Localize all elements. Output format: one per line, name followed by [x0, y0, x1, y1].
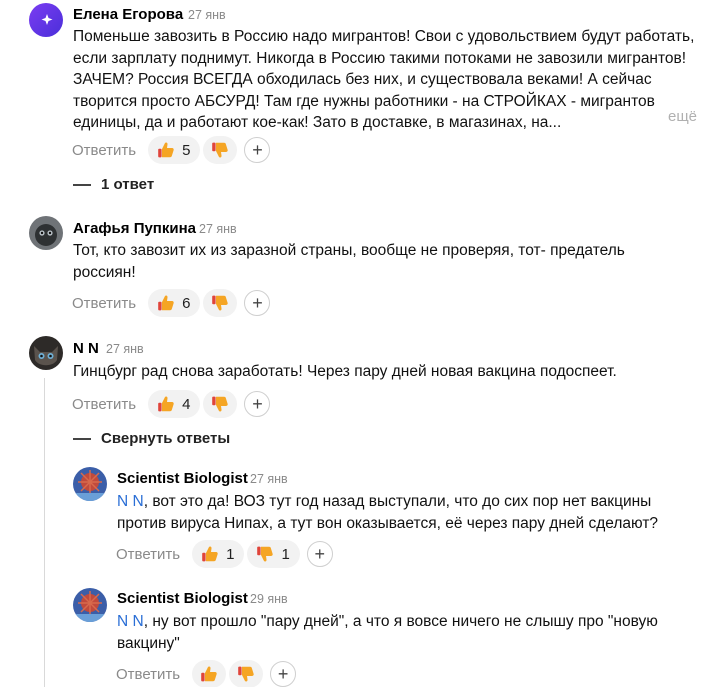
reply-button[interactable]: Ответить: [116, 666, 180, 683]
plus-icon: +: [277, 664, 289, 684]
mention-link[interactable]: N N: [117, 613, 144, 630]
like-count: 6: [182, 294, 191, 312]
toggle-dash: [73, 183, 91, 186]
like-count: 4: [182, 395, 191, 413]
avatar[interactable]: [73, 467, 107, 501]
collapse-replies-label: Свернуть ответы: [101, 430, 231, 447]
reply-actions: Ответить +: [116, 660, 297, 687]
reply-date: 29 янв: [250, 592, 288, 606]
comment-date: 27 янв: [188, 8, 226, 22]
dislike-button[interactable]: 1: [247, 540, 300, 568]
thumbs-up-icon: [199, 664, 219, 684]
like-count: 1: [226, 545, 235, 563]
reply-button[interactable]: Ответить: [72, 396, 136, 413]
plus-icon: +: [252, 140, 263, 160]
avatar[interactable]: [29, 3, 63, 37]
comment-text: Тот, кто завозит их из заразной страны, …: [73, 242, 625, 281]
like-count: 5: [182, 141, 191, 159]
reply-body: , вот это да! ВОЗ тут год назад выступал…: [117, 493, 659, 532]
reply-button[interactable]: Ответить: [72, 142, 136, 159]
comment-actions: Ответить 5 +: [72, 136, 271, 164]
add-reaction-button[interactable]: +: [306, 541, 333, 567]
avatar[interactable]: [29, 336, 63, 370]
dislike-button[interactable]: [229, 660, 264, 687]
thumbs-up-icon: [156, 394, 176, 414]
comment-date: 27 янв: [199, 222, 237, 236]
comment-date: 27 янв: [106, 342, 144, 356]
collapse-replies-toggle[interactable]: Свернуть ответы: [73, 430, 230, 447]
avatar[interactable]: [73, 588, 107, 622]
dislike-count: 1: [281, 545, 290, 563]
reply-author[interactable]: Scientist Biologist: [117, 470, 248, 487]
thumbs-down-icon: [236, 664, 256, 684]
like-button[interactable]: 4: [148, 390, 201, 418]
reply-actions: Ответить 1 1 +: [116, 540, 333, 568]
toggle-dash: [73, 437, 91, 440]
dislike-button[interactable]: [203, 136, 238, 164]
dislike-button[interactable]: [203, 289, 238, 317]
reply-body: , ну вот прошло "пару дней", а что я вов…: [117, 613, 658, 652]
replies-toggle-label: 1 ответ: [101, 176, 155, 193]
dislike-button[interactable]: [203, 390, 238, 418]
comment-author[interactable]: Елена Егорова: [73, 6, 183, 23]
reply-date: 27 янв: [250, 472, 288, 486]
mention-link[interactable]: N N: [117, 493, 144, 510]
like-button[interactable]: [192, 660, 227, 687]
comment-actions: Ответить 6 +: [72, 289, 271, 317]
like-button[interactable]: 6: [148, 289, 201, 317]
like-button[interactable]: 5: [148, 136, 201, 164]
comment-author[interactable]: Агафья Пупкина: [73, 220, 196, 237]
add-reaction-button[interactable]: +: [270, 661, 297, 687]
add-reaction-button[interactable]: +: [244, 290, 271, 316]
reply-button[interactable]: Ответить: [116, 546, 180, 563]
like-button[interactable]: 1: [192, 540, 245, 568]
plus-icon: +: [252, 394, 263, 414]
thumbs-up-icon: [200, 544, 220, 564]
comment-text: Гинцбург рад снова заработать! Через пар…: [73, 363, 617, 380]
add-reaction-button[interactable]: +: [244, 391, 271, 417]
plus-icon: +: [252, 293, 263, 313]
reply-author[interactable]: Scientist Biologist: [117, 590, 248, 607]
reply-text: N N, ну вот прошло "пару дней", а что я …: [117, 611, 677, 654]
thumbs-down-icon: [210, 140, 230, 160]
replies-toggle[interactable]: 1 ответ: [73, 176, 154, 193]
thumbs-down-icon: [210, 293, 230, 313]
reply-text: N N, вот это да! ВОЗ тут год назад высту…: [117, 491, 697, 534]
thumbs-down-icon: [255, 544, 275, 564]
comment-text: Поменьше завозить в Россию надо мигранто…: [73, 28, 695, 131]
avatar[interactable]: [29, 216, 63, 250]
thumbs-down-icon: [210, 394, 230, 414]
comment-author[interactable]: N N: [73, 340, 99, 357]
show-more-link[interactable]: ещё: [668, 108, 697, 125]
add-reaction-button[interactable]: +: [244, 137, 271, 163]
reply-button[interactable]: Ответить: [72, 295, 136, 312]
thumbs-up-icon: [156, 140, 176, 160]
thread-line: [44, 378, 45, 687]
thumbs-up-icon: [156, 293, 176, 313]
comment-actions: Ответить 4 +: [72, 390, 271, 418]
plus-icon: +: [314, 544, 326, 564]
